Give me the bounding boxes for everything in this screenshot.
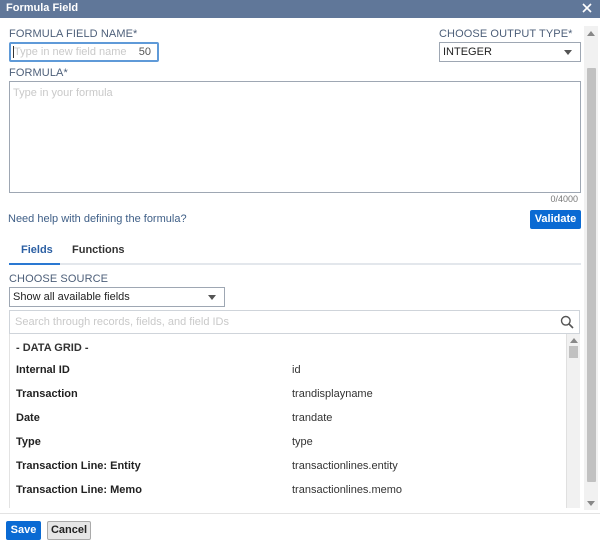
list-item[interactable]: Transaction trandisplayname [10,388,567,412]
tab-active-indicator [9,263,60,265]
list-item[interactable]: Internal ID id [10,364,567,388]
output-type-select[interactable]: INTEGER [439,42,581,62]
footer-divider [0,513,600,514]
dialog-titlebar: Formula Field [0,0,600,18]
field-search-placeholder: Search through records, fields, and fiel… [15,316,230,328]
field-name-input[interactable]: Type in new field name 50 [9,42,159,62]
close-icon[interactable] [580,1,594,15]
source-select[interactable]: Show all available fields [9,287,225,307]
field-id: type [292,436,313,448]
validate-button[interactable]: Validate [530,210,581,229]
cancel-button[interactable]: Cancel [47,521,91,540]
field-name: Transaction Line: Memo [16,484,142,496]
list-item[interactable]: Type type [10,436,567,460]
search-icon[interactable] [560,315,574,329]
chevron-down-icon [564,50,572,55]
list-item[interactable]: Date trandate [10,412,567,436]
field-name: Type [16,436,41,448]
field-id: trandisplayname [292,388,373,400]
field-id: id [292,364,301,376]
output-type-label: CHOOSE OUTPUT TYPE* [439,28,573,40]
scroll-down-icon[interactable] [587,501,595,506]
field-id: transactionlines.memo [292,484,403,496]
chevron-down-icon [208,295,216,300]
tab-functions[interactable]: Functions [72,244,125,256]
field-name-char-remaining: 50 [138,46,151,58]
choose-source-label: CHOOSE SOURCE [9,273,109,285]
source-select-value: Show all available fields [13,291,130,303]
output-type-value: INTEGER [443,46,492,58]
group-title: - DATA GRID - [16,342,89,354]
field-name-placeholder: Type in new field name [14,46,127,58]
scroll-up-icon[interactable] [570,338,578,343]
field-list-scrollbar[interactable] [566,334,580,508]
scrollbar-thumb[interactable] [587,68,596,482]
field-name: Date [16,412,40,424]
formula-help-link[interactable]: Need help with defining the formula? [8,213,187,225]
field-name: Transaction [16,388,78,400]
formula-char-count: 0/4000 [550,194,578,204]
formula-placeholder: Type in your formula [13,87,113,99]
tab-fields[interactable]: Fields [21,244,53,256]
scroll-up-icon[interactable] [587,31,595,36]
list-item[interactable]: Transaction Line: Entity transactionline… [10,460,567,484]
list-item[interactable]: Transaction Line: Memo transactionlines.… [10,484,567,508]
formula-label: FORMULA* [9,67,68,79]
field-name-label: FORMULA FIELD NAME* [9,28,138,40]
formula-textarea[interactable]: Type in your formula [9,81,581,193]
source-tabs: Fields Functions [9,241,581,265]
dialog-scrollbar[interactable] [584,26,598,510]
scrollbar-thumb[interactable] [569,346,578,358]
field-id: transactionlines.entity [292,460,398,472]
field-list: - DATA GRID - Internal ID id Transaction… [9,334,580,508]
dialog-title: Formula Field [6,2,79,14]
field-name: Internal ID [16,364,70,376]
save-button[interactable]: Save [6,521,41,540]
field-id: trandate [292,412,333,424]
field-search-input[interactable]: Search through records, fields, and fiel… [9,310,580,334]
field-name: Transaction Line: Entity [16,460,141,472]
